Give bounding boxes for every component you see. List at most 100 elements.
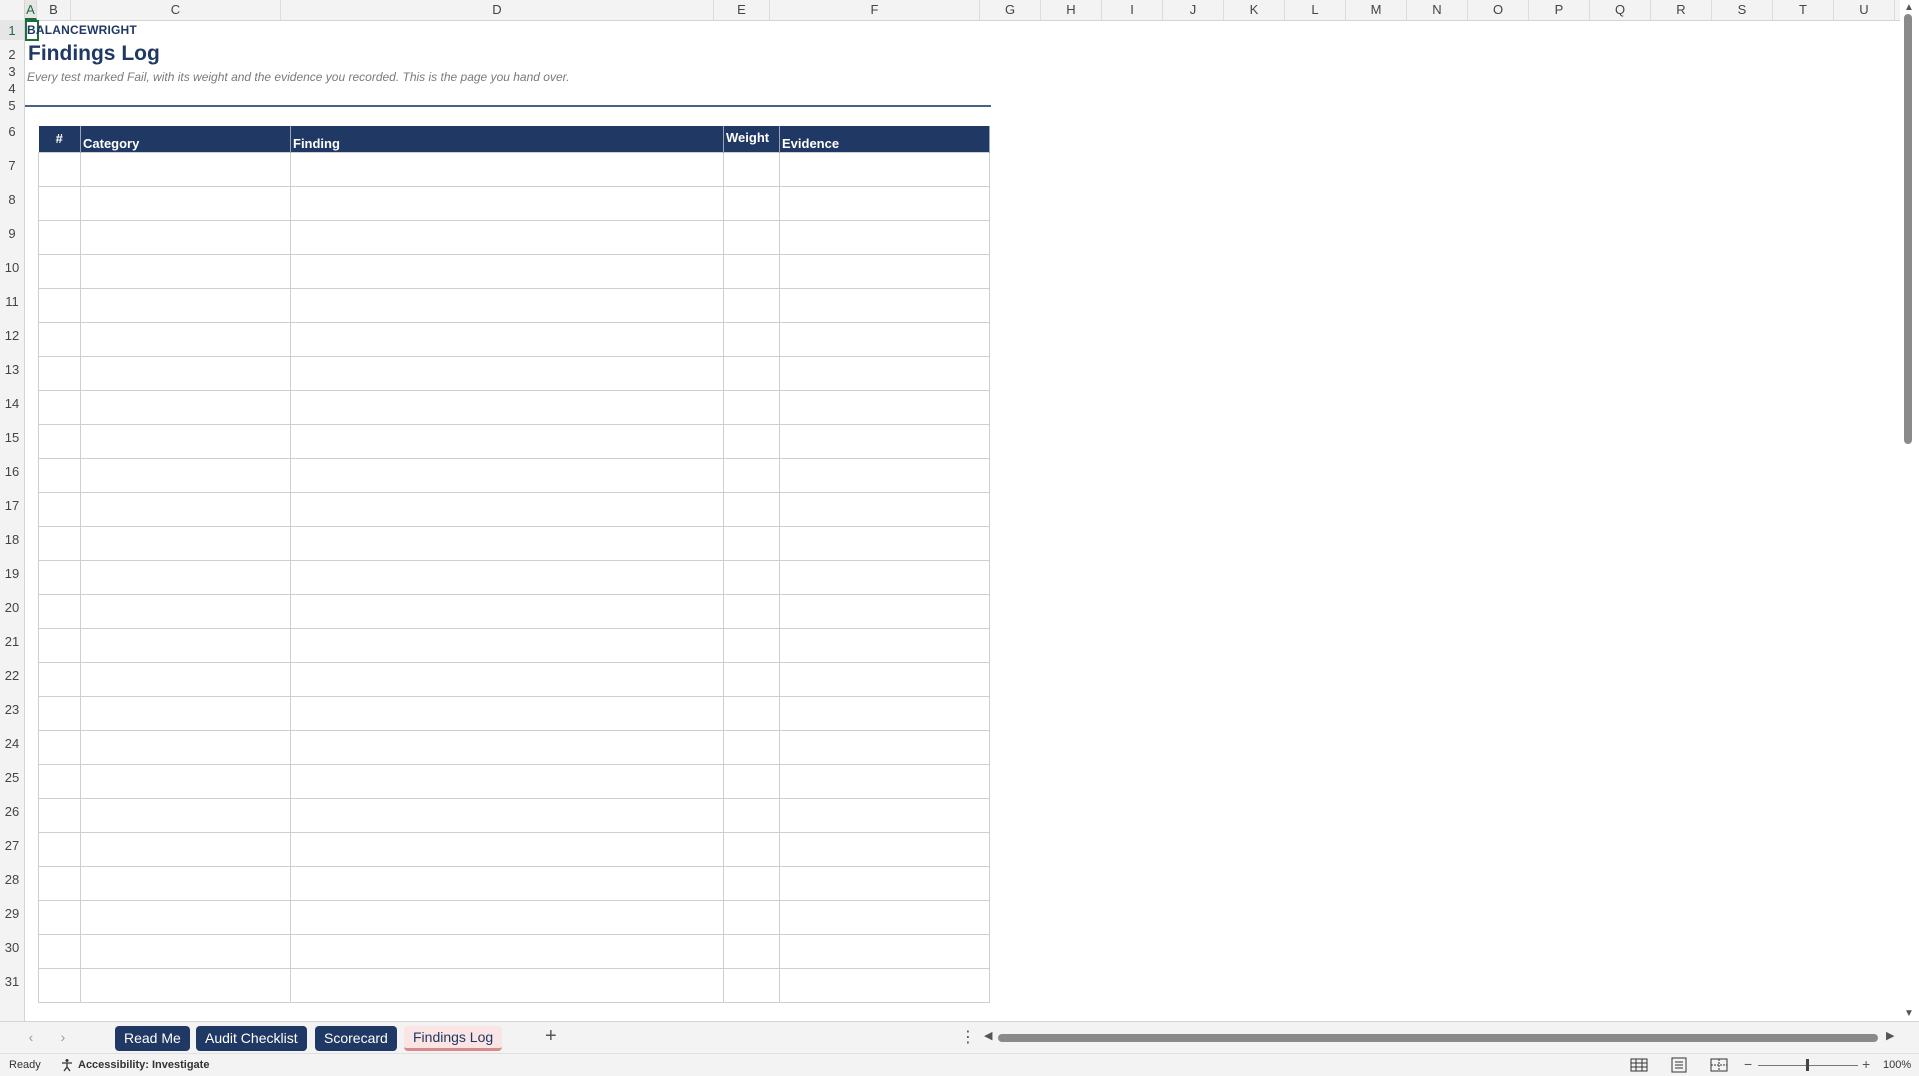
- column-header-p[interactable]: P: [1529, 0, 1590, 20]
- column-header-a[interactable]: A: [25, 0, 37, 20]
- table-cell[interactable]: [779, 389, 990, 425]
- scroll-left-arrow-icon[interactable]: ◀: [984, 1029, 992, 1042]
- table-cell[interactable]: [80, 831, 291, 867]
- table-cell[interactable]: [723, 763, 780, 799]
- row-header-18[interactable]: 18: [0, 515, 24, 549]
- table-cell[interactable]: [779, 287, 990, 323]
- header-category[interactable]: Category: [80, 126, 291, 152]
- table-cell[interactable]: [779, 491, 990, 527]
- table-cell[interactable]: [723, 865, 780, 901]
- column-header-l[interactable]: L: [1285, 0, 1346, 20]
- table-cell[interactable]: [38, 321, 81, 357]
- table-cell[interactable]: [779, 865, 990, 901]
- table-cell[interactable]: [723, 899, 780, 935]
- row-header-17[interactable]: 17: [0, 481, 24, 515]
- table-cell[interactable]: [38, 593, 81, 629]
- row-header-28[interactable]: 28: [0, 855, 24, 889]
- table-cell[interactable]: [723, 559, 780, 595]
- table-cell[interactable]: [723, 933, 780, 969]
- table-cell[interactable]: [80, 185, 291, 221]
- table-cell[interactable]: [38, 831, 81, 867]
- zoom-out-icon[interactable]: −: [1744, 1056, 1752, 1072]
- row-header-7[interactable]: 7: [0, 141, 24, 175]
- table-cell[interactable]: [290, 899, 724, 935]
- column-header-i[interactable]: I: [1102, 0, 1163, 20]
- table-cell[interactable]: [80, 491, 291, 527]
- row-header-1[interactable]: 1: [0, 20, 24, 40]
- more-options-icon[interactable]: ⋮: [960, 1027, 976, 1047]
- table-cell[interactable]: [290, 355, 724, 391]
- table-cell[interactable]: [80, 253, 291, 289]
- table-cell[interactable]: [38, 627, 81, 663]
- table-cell[interactable]: [779, 253, 990, 289]
- table-cell[interactable]: [290, 321, 724, 357]
- table-cell[interactable]: [290, 253, 724, 289]
- table-cell[interactable]: [723, 219, 780, 255]
- row-header-8[interactable]: 8: [0, 175, 24, 209]
- column-header-d[interactable]: D: [281, 0, 714, 20]
- header-evidence[interactable]: Evidence: [779, 126, 990, 152]
- table-cell[interactable]: [38, 729, 81, 765]
- table-cell[interactable]: [779, 321, 990, 357]
- table-cell[interactable]: [723, 525, 780, 561]
- table-cell[interactable]: [290, 559, 724, 595]
- table-cell[interactable]: [38, 423, 81, 459]
- table-cell[interactable]: [38, 389, 81, 425]
- zoom-in-icon[interactable]: +: [1862, 1056, 1870, 1072]
- table-cell[interactable]: [723, 321, 780, 357]
- normal-view-icon[interactable]: [1630, 1057, 1648, 1073]
- row-header-20[interactable]: 20: [0, 583, 24, 617]
- table-cell[interactable]: [38, 899, 81, 935]
- table-cell[interactable]: [723, 287, 780, 323]
- row-header-4[interactable]: 4: [0, 81, 24, 98]
- column-header-o[interactable]: O: [1468, 0, 1529, 20]
- table-cell[interactable]: [38, 763, 81, 799]
- table-cell[interactable]: [290, 797, 724, 833]
- row-header-31[interactable]: 31: [0, 957, 24, 991]
- table-cell[interactable]: [290, 423, 724, 459]
- table-cell[interactable]: [723, 831, 780, 867]
- table-cell[interactable]: [290, 287, 724, 323]
- table-cell[interactable]: [290, 695, 724, 731]
- table-cell[interactable]: [80, 457, 291, 493]
- table-cell[interactable]: [290, 219, 724, 255]
- table-cell[interactable]: [723, 593, 780, 629]
- row-header-11[interactable]: 11: [0, 277, 24, 311]
- plus-icon[interactable]: +: [545, 1025, 557, 1048]
- table-cell[interactable]: [38, 287, 81, 323]
- table-cell[interactable]: [779, 457, 990, 493]
- table-cell[interactable]: [290, 933, 724, 969]
- table-cell[interactable]: [38, 253, 81, 289]
- table-cell[interactable]: [38, 661, 81, 697]
- table-cell[interactable]: [290, 763, 724, 799]
- table-cell[interactable]: [80, 355, 291, 391]
- row-header-13[interactable]: 13: [0, 345, 24, 379]
- table-cell[interactable]: [80, 287, 291, 323]
- table-cell[interactable]: [80, 865, 291, 901]
- table-cell[interactable]: [80, 593, 291, 629]
- table-cell[interactable]: [779, 661, 990, 697]
- column-header-f[interactable]: F: [770, 0, 980, 20]
- table-cell[interactable]: [723, 457, 780, 493]
- table-cell[interactable]: [723, 491, 780, 527]
- row-header-3[interactable]: 3: [0, 64, 24, 81]
- column-header-m[interactable]: M: [1346, 0, 1407, 20]
- row-header-26[interactable]: 26: [0, 787, 24, 821]
- row-header-23[interactable]: 23: [0, 685, 24, 719]
- header-finding[interactable]: Finding: [290, 126, 724, 152]
- table-cell[interactable]: [290, 525, 724, 561]
- row-header-12[interactable]: 12: [0, 311, 24, 345]
- table-cell[interactable]: [723, 389, 780, 425]
- table-cell[interactable]: [290, 831, 724, 867]
- tab-audit-checklist[interactable]: Audit Checklist: [196, 1026, 307, 1051]
- table-cell[interactable]: [38, 355, 81, 391]
- table-cell[interactable]: [779, 423, 990, 459]
- table-cell[interactable]: [38, 457, 81, 493]
- table-cell[interactable]: [779, 933, 990, 969]
- column-header-c[interactable]: C: [71, 0, 281, 20]
- table-cell[interactable]: [80, 967, 291, 1003]
- column-header-r[interactable]: R: [1651, 0, 1712, 20]
- column-header-e[interactable]: E: [714, 0, 770, 20]
- table-cell[interactable]: [723, 627, 780, 663]
- table-cell[interactable]: [38, 797, 81, 833]
